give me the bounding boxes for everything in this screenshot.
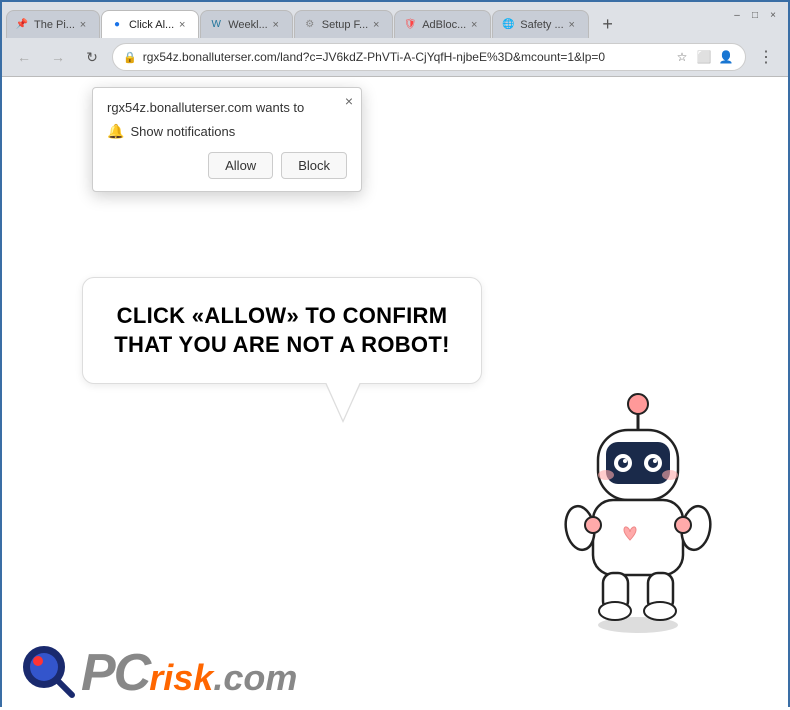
- tab-3-close[interactable]: ×: [268, 17, 284, 33]
- domain-text: .com: [213, 657, 297, 699]
- tab-4-favicon: ⚙: [303, 18, 317, 32]
- tab-6-label: Safety ...: [520, 19, 563, 31]
- robot-illustration: [538, 380, 738, 630]
- tab-6-close[interactable]: ×: [564, 17, 580, 33]
- tab-4[interactable]: ⚙ Setup F... ×: [294, 10, 393, 38]
- popup-title: rgx54z.bonalluterser.com wants to: [107, 100, 347, 115]
- url-text: rgx54z.bonalluterser.com/land?c=JV6kdZ-P…: [143, 50, 667, 64]
- speech-bubble: CLICK «ALLOW» TO CONFIRM THAT YOU ARE NO…: [82, 277, 482, 384]
- profile-icon[interactable]: 👤: [717, 48, 735, 66]
- tab-5-favicon: 🛡: [403, 18, 417, 32]
- pcrisk-magnifier-icon: [22, 645, 77, 700]
- notification-popup: × rgx54z.bonalluterser.com wants to 🔔 Sh…: [92, 87, 362, 192]
- pc-text: PC: [81, 647, 149, 699]
- tab-1[interactable]: 📌 The Pi... ×: [6, 10, 100, 38]
- tab-2-label: Click Al...: [129, 19, 174, 31]
- tab-3-favicon: W: [209, 18, 223, 32]
- allow-button[interactable]: Allow: [208, 152, 273, 179]
- tab-3-label: Weekl...: [228, 19, 268, 31]
- pcrisk-logo: PC risk .com: [22, 645, 297, 700]
- tab-1-favicon: 📌: [15, 18, 29, 32]
- tab-5[interactable]: 🛡 AdBloc... ×: [394, 10, 491, 38]
- popup-close-button[interactable]: ×: [345, 94, 353, 108]
- page-content: × rgx54z.bonalluterser.com wants to 🔔 Sh…: [2, 77, 788, 710]
- tab-2-favicon: ●: [110, 18, 124, 32]
- tab-3[interactable]: W Weekl... ×: [200, 10, 293, 38]
- address-field[interactable]: 🔒 rgx54z.bonalluterser.com/land?c=JV6kdZ…: [112, 43, 746, 71]
- tab-bar: 📌 The Pi... × ● Click Al... × W Weekl...…: [2, 2, 788, 77]
- address-bar-row: ← → ↻ 🔒 rgx54z.bonalluterser.com/land?c=…: [2, 38, 788, 76]
- block-button[interactable]: Block: [281, 152, 347, 179]
- tab-2-close[interactable]: ×: [174, 17, 190, 33]
- lock-icon: 🔒: [123, 51, 137, 64]
- tab-5-close[interactable]: ×: [466, 17, 482, 33]
- browser-window: 📌 The Pi... × ● Click Al... × W Weekl...…: [2, 2, 788, 710]
- maximize-button[interactable]: □: [748, 8, 762, 22]
- menu-button[interactable]: ⋮: [752, 43, 780, 71]
- new-tab-button[interactable]: +: [594, 10, 622, 38]
- tab-6-favicon: 🌐: [501, 18, 515, 32]
- tab-6[interactable]: 🌐 Safety ... ×: [492, 10, 588, 38]
- forward-button[interactable]: →: [44, 43, 72, 71]
- address-icons: ☆ ⬜ 👤: [673, 48, 735, 66]
- pcrisk-text: PC risk .com: [81, 647, 297, 699]
- refresh-button[interactable]: ↻: [78, 43, 106, 71]
- tab-1-label: The Pi...: [34, 19, 75, 31]
- bubble-text: CLICK «ALLOW» TO CONFIRM THAT YOU ARE NO…: [113, 302, 451, 359]
- notification-text: Show notifications: [130, 124, 235, 139]
- back-button[interactable]: ←: [10, 43, 38, 71]
- tab-4-close[interactable]: ×: [368, 17, 384, 33]
- close-button[interactable]: ×: [766, 8, 780, 22]
- tab-4-label: Setup F...: [322, 19, 368, 31]
- window-controls: – □ ×: [730, 8, 780, 22]
- minimize-button[interactable]: –: [730, 8, 744, 22]
- bell-icon: 🔔: [107, 123, 124, 140]
- bookmark-icon[interactable]: ☆: [673, 48, 691, 66]
- tab-2[interactable]: ● Click Al... ×: [101, 10, 199, 38]
- risk-text: risk: [149, 660, 213, 696]
- tab-5-label: AdBloc...: [422, 19, 466, 31]
- cast-icon[interactable]: ⬜: [695, 48, 713, 66]
- tab-1-close[interactable]: ×: [75, 17, 91, 33]
- popup-buttons: Allow Block: [107, 152, 347, 179]
- notification-row: 🔔 Show notifications: [107, 123, 347, 140]
